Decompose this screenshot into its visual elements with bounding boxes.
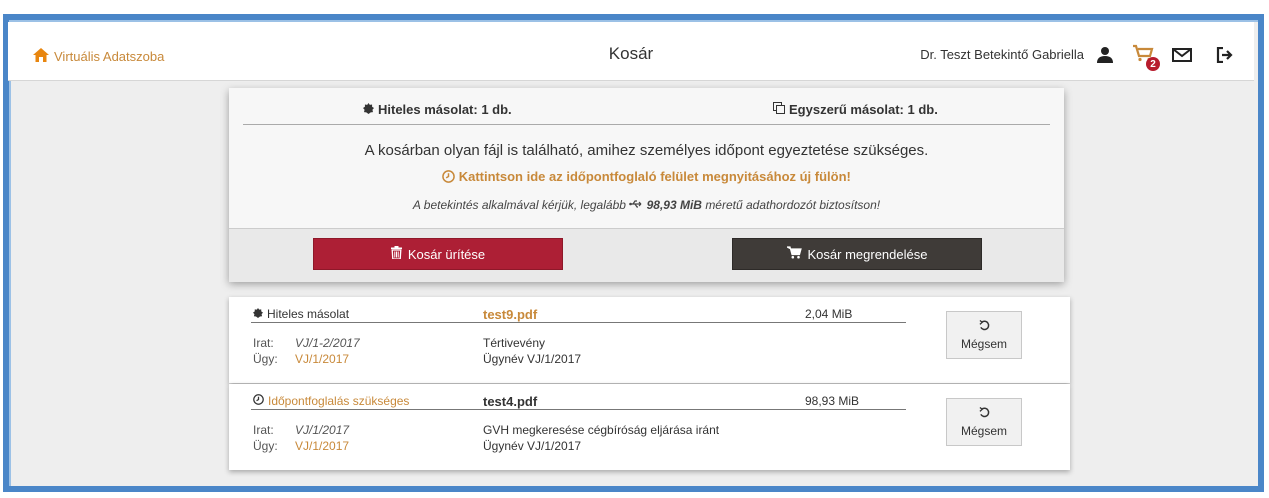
seal-icon bbox=[253, 307, 263, 321]
mail-icon[interactable] bbox=[1172, 47, 1192, 62]
simple-copy-label: Egyszerű másolat: 1 db. bbox=[789, 102, 938, 117]
copy-counts: Hiteles másolat: 1 db. Egyszerű másolat:… bbox=[243, 102, 1050, 125]
cancel-item-button[interactable]: Mégsem bbox=[946, 398, 1022, 446]
cart-summary-card: Hiteles másolat: 1 db. Egyszerű másolat:… bbox=[229, 88, 1064, 282]
cart-button[interactable]: 2 bbox=[1132, 44, 1160, 71]
item-case-name: Ügynév VJ/1/2017 bbox=[483, 439, 582, 453]
cancel-label: Mégsem bbox=[960, 336, 1007, 351]
storage-note: A betekintés alkalmával kérjük, legalább… bbox=[229, 198, 1064, 212]
item-type: Időpontfoglalás szükséges bbox=[253, 394, 409, 408]
ugy-value[interactable]: VJ/1/2017 bbox=[295, 352, 349, 366]
ugy-label: Ügy: bbox=[253, 352, 278, 366]
top-navbar: Virtuális Adatszoba Kosár Dr. Teszt Bete… bbox=[8, 22, 1254, 81]
order-cart-label: Kosár megrendelése bbox=[807, 246, 928, 262]
irat-label: Irat: bbox=[253, 423, 274, 437]
item-type: Hiteles másolat bbox=[253, 307, 349, 321]
undo-icon bbox=[978, 406, 990, 421]
simple-copy-count: Egyszerű másolat: 1 db. bbox=[773, 102, 938, 117]
cart-count-badge: 2 bbox=[1146, 57, 1160, 71]
user-icon[interactable] bbox=[1096, 46, 1114, 64]
item-divider bbox=[251, 322, 906, 323]
item-description: Tértivevény Ügynév VJ/1/2017 bbox=[483, 335, 581, 367]
clock-icon bbox=[253, 394, 264, 408]
seal-icon bbox=[363, 102, 374, 117]
item-file-name[interactable]: test4.pdf bbox=[483, 394, 537, 409]
irat-value: VJ/1/2017 bbox=[295, 423, 350, 437]
irat-label: Irat: bbox=[253, 336, 274, 350]
item-description: GVH megkeresése cégbíróság eljárása irán… bbox=[483, 422, 719, 454]
item-case-name: Ügynév VJ/1/2017 bbox=[483, 352, 582, 366]
cart-item: Hiteles másolat test9.pdf 2,04 MiB Irat:… bbox=[229, 297, 1070, 383]
note-size: 98,93 MiB bbox=[646, 198, 702, 212]
cart-item: Időpontfoglalás szükséges test4.pdf 98,9… bbox=[229, 384, 1070, 470]
order-cart-button[interactable]: Kosár megrendelése bbox=[732, 238, 982, 270]
authentic-copy-label: Hiteles másolat: 1 db. bbox=[378, 102, 512, 117]
usb-icon bbox=[629, 198, 646, 212]
cancel-item-button[interactable]: Mégsem bbox=[946, 311, 1022, 359]
cart-icon bbox=[786, 246, 802, 262]
trash-icon bbox=[390, 246, 402, 262]
item-meta: Irat: VJ/1-2/2017 Ügy: VJ/1/2017 bbox=[253, 335, 360, 367]
item-doc-title: Tértivevény bbox=[483, 336, 546, 350]
clock-icon bbox=[442, 169, 459, 184]
booking-link[interactable]: Kattintson ide az időpontfoglaló felület… bbox=[229, 169, 1064, 184]
user-area: Dr. Teszt Betekintő Gabriella 2 bbox=[920, 44, 1234, 71]
booking-link-label: Kattintson ide az időpontfoglaló felület… bbox=[458, 169, 851, 184]
item-file-size: 2,04 MiB bbox=[805, 307, 853, 321]
ugy-value[interactable]: VJ/1/2017 bbox=[295, 439, 349, 453]
note-prefix: A betekintés alkalmával kérjük, legalább bbox=[412, 198, 626, 212]
undo-icon bbox=[978, 319, 990, 334]
logout-icon[interactable] bbox=[1216, 46, 1234, 63]
item-type-label: Hiteles másolat bbox=[267, 307, 350, 321]
cancel-label: Mégsem bbox=[960, 423, 1007, 438]
item-file-name[interactable]: test9.pdf bbox=[483, 307, 537, 322]
item-doc-title: GVH megkeresése cégbíróság eljárása irán… bbox=[483, 423, 720, 437]
empty-cart-label: Kosár ürítése bbox=[407, 246, 486, 262]
item-divider bbox=[251, 409, 906, 410]
copy-icon bbox=[773, 102, 785, 117]
appointment-notice: A kosárban olyan fájl is található, amih… bbox=[364, 142, 929, 159]
item-meta: Irat: VJ/1/2017 Ügy: VJ/1/2017 bbox=[253, 422, 349, 454]
item-type-label: Időpontfoglalás szükséges bbox=[268, 394, 410, 408]
user-name: Dr. Teszt Betekintő Gabriella bbox=[920, 47, 1084, 62]
irat-value: VJ/1-2/2017 bbox=[295, 336, 360, 350]
summary-actions: Kosár ürítése Kosár megrendelése bbox=[229, 228, 1064, 282]
item-file-size: 98,93 MiB bbox=[805, 394, 860, 408]
authentic-copy-count: Hiteles másolat: 1 db. bbox=[363, 102, 512, 117]
note-suffix: méretű adathordozót biztosítson! bbox=[705, 198, 881, 212]
empty-cart-button[interactable]: Kosár ürítése bbox=[313, 238, 563, 270]
ugy-label: Ügy: bbox=[253, 439, 278, 453]
